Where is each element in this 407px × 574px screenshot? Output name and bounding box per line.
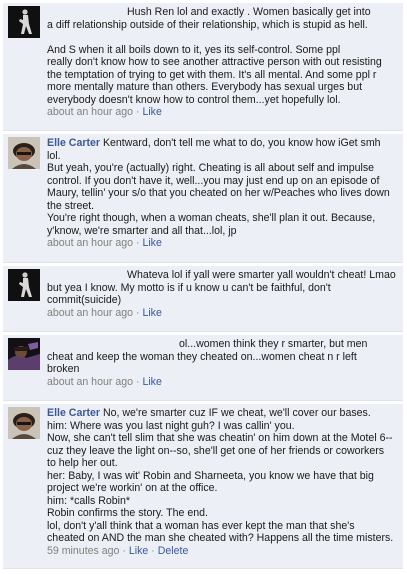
comment-thread: Hush Ren lol and exactly . Women basical… — [0, 0, 407, 574]
comment-line: Whateva lol if yall were smarter yall wo… — [127, 269, 396, 281]
comment-line: cheated on AND the man she cheated with?… — [47, 532, 394, 544]
comment-line: commit(suicide) — [47, 294, 122, 306]
comment-line: the temptation of trying to get with the… — [47, 68, 377, 81]
comment-line: broken — [47, 363, 80, 375]
comment-line: But yeah, you're (actually) right. Cheat… — [47, 162, 375, 174]
comment-item: Hush Ren lol and exactly . Women basical… — [3, 3, 403, 131]
avatar[interactable] — [8, 6, 40, 38]
comment-body: Hush Ren lol and exactly . Women basical… — [47, 6, 399, 119]
comment-line-break — [47, 31, 399, 44]
comment-meta: about an hour ago · Like — [47, 375, 162, 388]
comment-line: to help her out. — [47, 457, 118, 469]
comment-line: really don't know how to see another att… — [47, 56, 382, 68]
comment-meta: about an hour ago · Like — [47, 306, 162, 319]
comment-meta: about an hour ago · Like — [47, 106, 162, 118]
avatar[interactable] — [8, 407, 40, 439]
timestamp: about an hour ago — [47, 375, 134, 388]
comment-line: but yea I know. My motto is if u know u … — [47, 281, 331, 294]
like-link[interactable]: Like — [142, 237, 161, 249]
avatar[interactable] — [8, 269, 40, 301]
comment-line: lol. — [47, 149, 61, 162]
comment-line: a diff relationship outside of their rel… — [47, 18, 368, 31]
comment-item: Whateva lol if yall were smarter yall wo… — [3, 266, 403, 332]
comment-line: Robin confirms the story. The end. — [47, 507, 208, 519]
comment-meta: 59 minutes ago · Like · Delete — [47, 544, 189, 557]
comment-line: cheat and keep the woman they cheated on… — [47, 350, 357, 363]
comment-line: y'know, we're smarter and all that...lol… — [47, 224, 237, 237]
like-link[interactable]: Like — [142, 376, 161, 388]
comment-line: ol...women think they r smarter, but men — [179, 338, 368, 350]
comment-line: cuz they leave the light on--so, she'll … — [47, 444, 385, 457]
comment-line: Elle Carter No, we're smarter cuz IF we … — [47, 407, 371, 419]
timestamp: 59 minutes ago — [47, 544, 120, 557]
comment-item: Elle Carter Kentward, don't tell me what… — [3, 134, 403, 263]
comment-line: lol, don't y'all think that a woman has … — [47, 519, 355, 532]
comment-line: Hush Ren lol and exactly . Women basical… — [127, 6, 371, 18]
comment-line: more mentally mature than others. Everyb… — [47, 81, 363, 93]
comment-line: him: Where was you last night guh? I was… — [47, 419, 295, 432]
comment-line: Maury, tellin' your s/o that you cheated… — [47, 187, 390, 199]
comment-line: him: *calls Robin* — [47, 494, 131, 507]
comment-item: ol...women think they r smarter, but men… — [3, 335, 403, 401]
comment-line: project we're workin' on at the office. — [47, 482, 218, 494]
timestamp: about an hour ago — [47, 106, 134, 118]
like-link[interactable]: Like — [142, 307, 161, 319]
comment-line: her: Baby, I was wit' Robin and Sharneet… — [47, 469, 374, 482]
author-name[interactable]: Elle Carter — [47, 407, 100, 419]
comment-line: You're right though, when a woman cheats… — [47, 212, 376, 224]
comment-body: ol...women think they r smarter, but men… — [47, 338, 399, 388]
delete-link[interactable]: Delete — [158, 545, 189, 557]
comment-item: Elle Carter No, we're smarter cuz IF we … — [3, 404, 403, 569]
comment-body: Elle Carter No, we're smarter cuz IF we … — [47, 407, 399, 557]
avatar[interactable] — [8, 137, 40, 169]
like-link[interactable]: Like — [142, 106, 161, 118]
comment-body: Elle Carter Kentward, don't tell me what… — [47, 137, 399, 250]
comment-line: And S when it all boils down to it, yes … — [47, 43, 341, 56]
comment-line: Now, she can't tell slim that she was ch… — [47, 432, 393, 444]
timestamp: about an hour ago — [47, 237, 134, 249]
comment-body: Whateva lol if yall were smarter yall wo… — [47, 269, 399, 319]
avatar[interactable] — [8, 338, 40, 370]
comment-line: everybody doesn't know how to control th… — [47, 93, 341, 106]
like-link[interactable]: Like — [129, 545, 148, 557]
author-name[interactable]: Elle Carter — [47, 137, 100, 149]
timestamp: about an hour ago — [47, 306, 134, 319]
comment-line: Elle Carter Kentward, don't tell me what… — [47, 137, 381, 149]
comment-line: control. If you don't have it, well...yo… — [47, 174, 380, 187]
comment-meta: about an hour ago · Like — [47, 237, 162, 249]
comment-line: the street. — [47, 199, 95, 212]
